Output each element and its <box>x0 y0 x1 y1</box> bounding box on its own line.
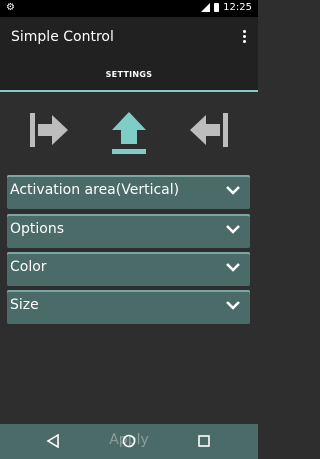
signal-icon <box>201 3 211 12</box>
align-bottom-icon[interactable] <box>108 110 150 158</box>
panel-label: Activation area(Vertical) <box>10 182 180 198</box>
chevron-down-icon <box>226 301 240 310</box>
panel-size[interactable]: Size <box>7 290 250 324</box>
home-icon[interactable] <box>122 434 136 448</box>
panel-label: Options <box>10 221 65 237</box>
tab-bar: SETTINGS <box>0 61 258 92</box>
app-bar: Simple Control <box>0 17 258 61</box>
chevron-down-icon <box>226 225 240 234</box>
chevron-down-icon <box>226 186 240 195</box>
battery-icon <box>214 3 220 12</box>
recents-icon[interactable] <box>197 434 211 448</box>
back-icon[interactable] <box>46 434 60 448</box>
status-icons: 12:25 <box>201 2 252 13</box>
panel-color[interactable]: Color <box>7 252 250 286</box>
app-title: Simple Control <box>11 29 114 45</box>
status-time: 12:25 <box>223 2 252 13</box>
chevron-down-icon <box>226 263 240 272</box>
panel-activation-area[interactable]: Activation area(Vertical) <box>7 175 250 209</box>
status-bar: ⚙ 12:25 <box>0 0 258 17</box>
align-right-icon[interactable] <box>186 110 230 150</box>
panel-label: Size <box>10 297 39 313</box>
align-left-icon[interactable] <box>28 110 72 150</box>
apply-bar: Apply <box>0 424 258 459</box>
notification-icon: ⚙ <box>6 2 15 13</box>
tab-settings[interactable]: SETTINGS <box>0 70 258 79</box>
overflow-menu-icon[interactable] <box>243 30 247 46</box>
position-selector <box>0 110 258 160</box>
panel-options[interactable]: Options <box>7 214 250 248</box>
panel-label: Color <box>10 259 47 275</box>
